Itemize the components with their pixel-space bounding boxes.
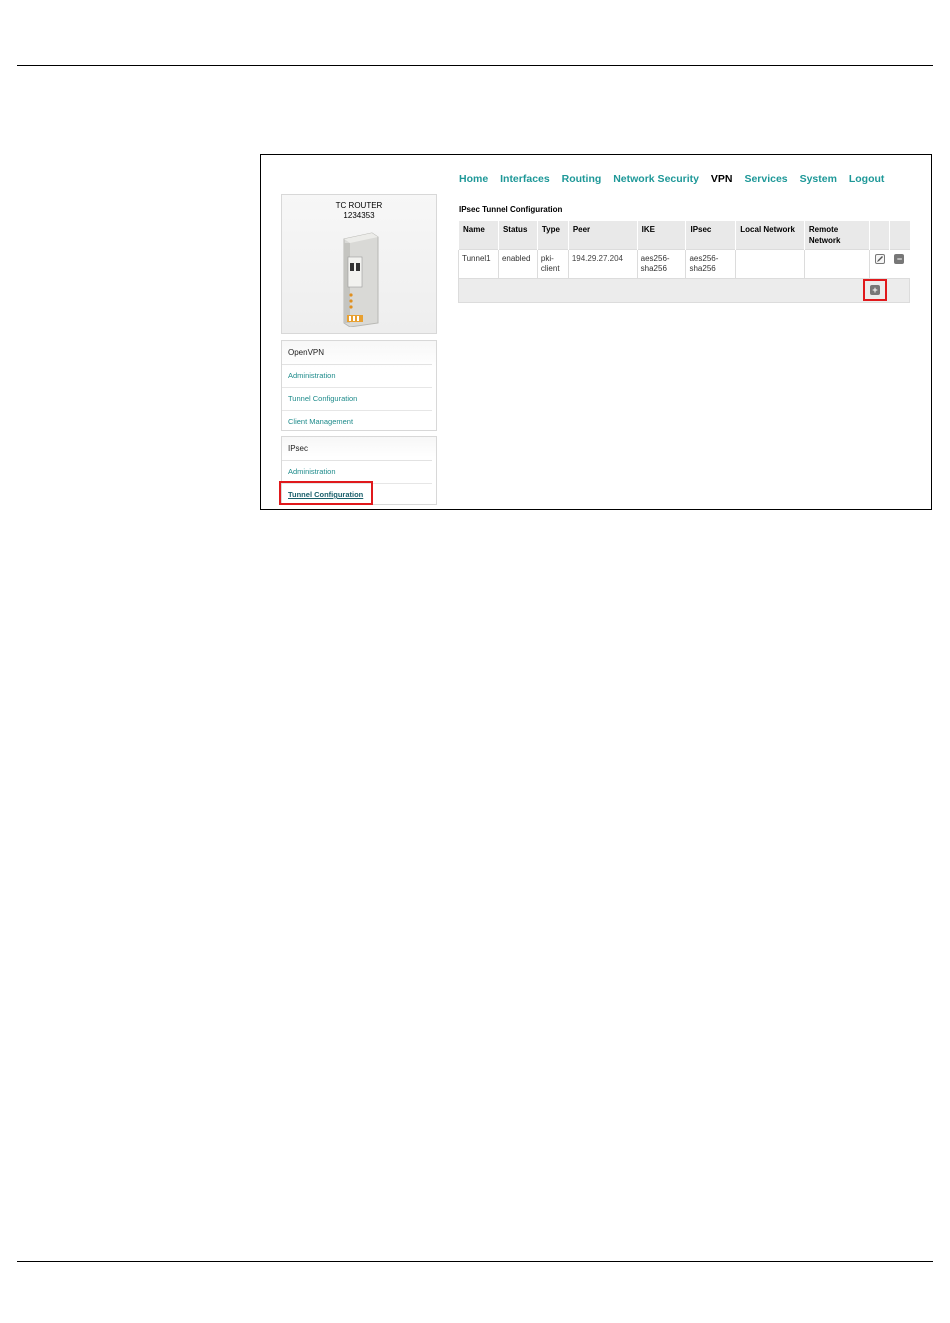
cell-peer: 194.29.27.204: [567, 249, 638, 279]
nav-logout[interactable]: Logout: [849, 173, 885, 185]
cell-type: pki-client: [536, 249, 569, 279]
page-title: IPsec Tunnel Configuration: [459, 205, 563, 214]
nav-home[interactable]: Home: [459, 173, 488, 185]
screenshot-frame: TC ROUTER 1234353 OpenVPN Administration…: [260, 154, 932, 510]
cell-status: enabled: [497, 249, 538, 279]
column-header-remove: [888, 221, 910, 250]
column-header-local-network: Local Network: [735, 221, 805, 250]
cell-ike: aes256-sha256: [636, 249, 687, 279]
nav-services[interactable]: Services: [744, 173, 787, 185]
table-footer-row: [458, 278, 910, 303]
column-header-ike: IKE: [636, 221, 686, 250]
cell-ipsec: aes256-sha256: [685, 249, 737, 279]
sidebar-item-openvpn-tunnel-configuration[interactable]: Tunnel Configuration: [282, 388, 432, 411]
column-header-edit: [868, 221, 890, 250]
column-header-peer: Peer: [567, 221, 638, 250]
device-model: 1234353: [343, 211, 375, 220]
column-header-ipsec: IPsec: [685, 221, 736, 250]
device-info-box: TC ROUTER 1234353: [281, 194, 437, 334]
router-device-image: [343, 232, 379, 327]
openvpn-panel-title: OpenVPN: [282, 341, 432, 365]
tunnel-configuration-highlight: [279, 481, 373, 505]
plus-icon[interactable]: +: [870, 285, 880, 295]
column-header-status: Status: [497, 221, 538, 250]
cell-remove: −: [889, 249, 910, 279]
sidebar-item-openvpn-client-management[interactable]: Client Management: [282, 411, 432, 433]
cell-remote-network: [803, 249, 870, 279]
cell-local-network: [735, 249, 805, 279]
table-row: Tunnel1 enabled pki-client 194.29.27.204…: [458, 249, 910, 279]
sidebar-item-openvpn-administration[interactable]: Administration: [282, 365, 432, 388]
column-header-name: Name: [458, 221, 499, 250]
ipsec-panel-title: IPsec: [282, 437, 432, 461]
column-header-type: Type: [536, 221, 569, 250]
nav-interfaces[interactable]: Interfaces: [500, 173, 550, 185]
table-footer-cell: [458, 278, 910, 303]
add-tunnel-highlight: +: [863, 279, 887, 301]
device-name: TC ROUTER: [335, 201, 383, 210]
nav-vpn[interactable]: VPN: [711, 173, 733, 185]
table-header-row: Name Status Type Peer IKE IPsec Local Ne…: [458, 221, 910, 250]
cell-name: Tunnel1: [458, 249, 499, 279]
nav-network-security[interactable]: Network Security: [613, 173, 699, 185]
page-bottom-rule: [17, 1261, 933, 1262]
column-header-remote-network: Remote Network: [803, 221, 870, 250]
nav-system[interactable]: System: [800, 173, 837, 185]
page-top-rule: [17, 65, 933, 66]
cell-edit: [869, 249, 890, 279]
minus-icon[interactable]: −: [894, 254, 905, 264]
nav-routing[interactable]: Routing: [562, 173, 602, 185]
openvpn-panel: OpenVPN Administration Tunnel Configurat…: [281, 340, 437, 431]
ipsec-tunnel-table: Name Status Type Peer IKE IPsec Local Ne…: [458, 221, 910, 303]
edit-icon[interactable]: [874, 254, 885, 264]
top-navigation: Home Interfaces Routing Network Security…: [459, 173, 893, 185]
